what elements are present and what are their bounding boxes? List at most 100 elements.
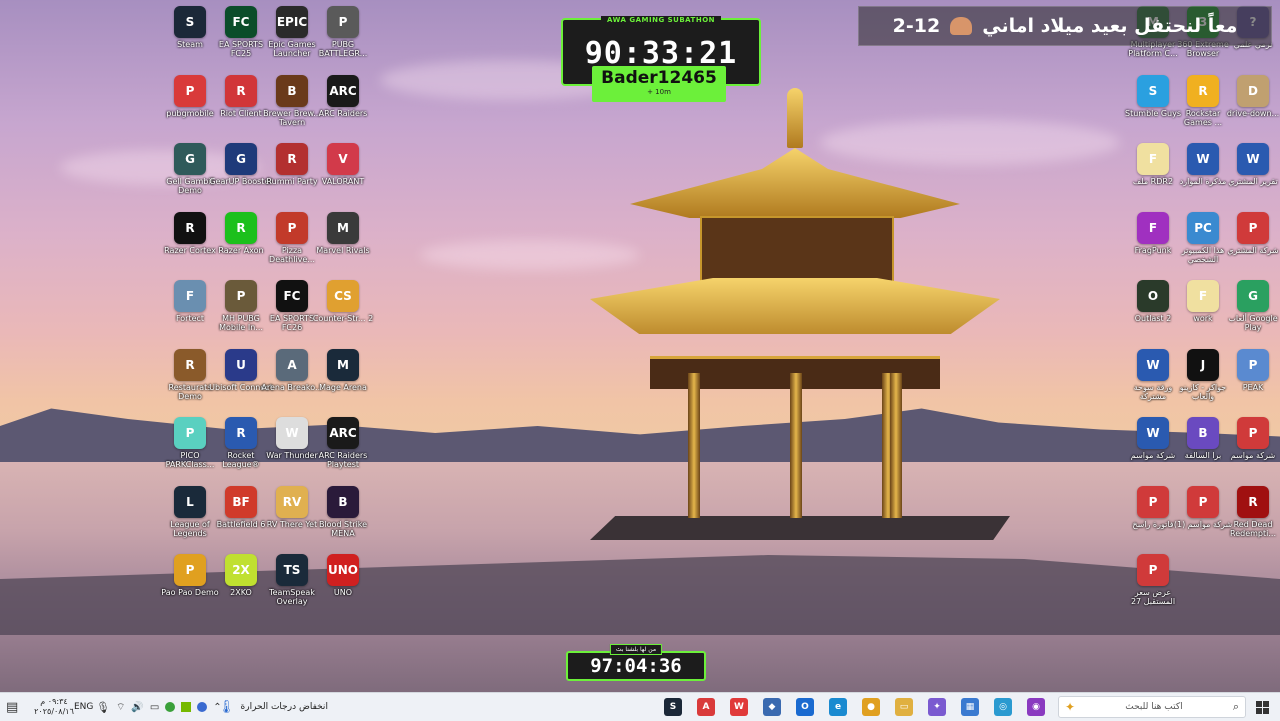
desktop-icon-label: Riot Client	[220, 108, 262, 118]
desktop-icon-label: FragPunk	[1134, 245, 1172, 255]
app-icon: P	[1137, 485, 1169, 518]
desktop-icon[interactable]: W تقرير المشتري	[1221, 143, 1280, 186]
desktop-icon[interactable]: P PEAK	[1221, 348, 1280, 392]
desktop-icon-label: ARC Raiders	[318, 108, 368, 118]
app-icon: P	[225, 280, 257, 312]
countdown-caption: من لها بلشنا بث	[609, 644, 663, 655]
taskbar-anydesk-icon[interactable]: A	[697, 698, 715, 716]
taskbar-chrome-icon[interactable]: ●	[862, 698, 880, 716]
desktop-icon-label: شركة مواسم	[1230, 451, 1276, 460]
search-box[interactable]: ✦ اكتب هنا للبحث ⌕	[1058, 696, 1246, 718]
desktop-icon[interactable]: M Marvel Rivals	[311, 211, 375, 255]
app-icon: PC	[1187, 211, 1219, 244]
app-icon: S	[1137, 74, 1169, 107]
app-icon: F	[1137, 143, 1169, 175]
app-icon: R	[174, 348, 206, 381]
desktop-icon-label: فاتورة راسخ	[1132, 519, 1174, 529]
wifi-icon[interactable]: ⌔	[116, 701, 125, 714]
app-icon: P	[1187, 485, 1219, 518]
taskbar-app-blue-icon[interactable]: ◆	[763, 698, 781, 716]
app-icon: B	[276, 74, 308, 107]
taskbar-steam-icon[interactable]: S	[664, 698, 682, 716]
desktop-icon[interactable]: G ألعاب Google Play	[1221, 280, 1280, 332]
app-icon: R	[174, 211, 206, 244]
desktop-icon[interactable]: V VALORANT	[311, 143, 375, 186]
desktop-icon-label: برا السالفة	[1184, 451, 1222, 460]
taskbar-apps: S A W ◆ Oe ● ▭ ✦ ▦ ◎ ◉	[664, 693, 1045, 721]
tray-app-icon[interactable]	[197, 702, 208, 712]
desktop-icon-label: Mage Arena	[319, 382, 367, 392]
app-icon: A	[276, 348, 308, 381]
desktop-icon-label: work	[1193, 314, 1213, 323]
app-icon: ARC	[327, 417, 359, 449]
app-icon: J	[1187, 348, 1219, 381]
desktop-icon[interactable]: UNO UNO	[311, 554, 375, 597]
desktop-icon[interactable]: R Red Dead Redempti...	[1221, 485, 1280, 538]
latest-sub-name: Bader12465	[601, 68, 717, 88]
clock[interactable]: ٠٩:٣٤ م ٢٠٢٥/٠٨/١٦	[34, 693, 74, 721]
app-icon: F	[174, 280, 206, 312]
desktop-icon-label: Rummi Party	[266, 177, 318, 186]
start-button[interactable]	[1256, 693, 1269, 721]
language-indicator[interactable]: ENG	[74, 693, 93, 721]
app-icon: F	[1187, 280, 1219, 312]
volume-icon[interactable]: 🔊	[131, 702, 143, 713]
app-icon: ARC	[327, 74, 359, 107]
desktop-icon[interactable]: M Mage Arena	[311, 348, 375, 392]
system-tray: 🎙 ⌔ 🔊 ▭ ⌃	[96, 693, 222, 721]
desktop-icon[interactable]: P PUBG BATTLEGR...	[311, 6, 375, 58]
desktop-icon-label: عرض سعر المستقبل 27	[1130, 588, 1176, 606]
desktop-icon[interactable]: Ddrive-down...	[1221, 74, 1280, 118]
desktop-icon[interactable]: P عرض سعر المستقبل 27	[1121, 554, 1185, 606]
taskbar-edge-icon[interactable]: e	[829, 698, 847, 716]
desktop-icon-label: Fortect	[175, 314, 205, 323]
desktop-icon[interactable]: B Blood Strike MENA	[311, 485, 375, 538]
desktop-icon-label: Steam	[177, 40, 203, 49]
weather-text: انخفاض درجات الحرارة	[240, 702, 328, 712]
notification-icon: ▤	[6, 699, 19, 715]
desktop-icon-label: Razer Axon	[218, 245, 264, 255]
app-icon: W	[1187, 143, 1219, 175]
desktop-icon[interactable]: ARC ARC Raiders Playtest	[311, 417, 375, 469]
tray-green-icon[interactable]	[165, 702, 176, 712]
weather-widget[interactable]: 🌡 انخفاض درجات الحرارة	[218, 693, 328, 721]
notification-button[interactable]: ▤	[6, 693, 18, 721]
desktop-icon[interactable]: ARC ARC Raiders	[311, 74, 375, 118]
desktop-icon[interactable]: P شركة المشتري	[1221, 211, 1280, 255]
thermometer-icon: 🌡	[218, 699, 235, 715]
desktop-icon-label: PUBG BATTLEGR...	[318, 40, 368, 58]
app-icon: G	[174, 143, 206, 175]
taskbar-app-purple-icon[interactable]: ◉	[1027, 698, 1045, 716]
app-icon: L	[174, 485, 206, 518]
birthday-banner: معاً لنحتفل بعيد ميلاد اماني 2-12	[858, 6, 1272, 46]
desktop-icon[interactable]: CS Counter-Str... 2	[311, 280, 375, 323]
app-icon: D	[1237, 74, 1269, 107]
battery-icon[interactable]: ▭	[150, 702, 159, 713]
app-icon: S	[174, 6, 206, 38]
taskbar-file-explorer-icon[interactable]: ▭	[895, 698, 913, 716]
app-icon: RV	[276, 485, 308, 518]
taskbar-outlook-icon[interactable]: O	[796, 698, 814, 716]
tray-nvidia-icon[interactable]	[181, 702, 192, 712]
desktop-icon-label: Battlefield 6	[216, 519, 266, 529]
app-icon: R	[1187, 74, 1219, 107]
desktop-icon-label: PEAK	[1242, 382, 1264, 392]
app-icon: P	[1237, 417, 1269, 449]
app-icon: W	[1137, 348, 1169, 381]
desktop-icon-label: pubgmobile	[166, 108, 214, 118]
desktop-icon-label: Outlast 2	[1134, 314, 1172, 323]
desktop-icon[interactable]: P شركة مواسم	[1221, 417, 1280, 460]
app-icon: P	[276, 211, 308, 244]
taskbar-app-cyan-icon[interactable]: ◎	[994, 698, 1012, 716]
app-icon: FC	[276, 280, 308, 312]
desktop-icon-label: 2XKO	[230, 588, 252, 597]
desktop-icon-label: شركة مواسم	[1130, 451, 1176, 460]
taskbar-copilot-icon[interactable]: ✦	[928, 698, 946, 716]
taskbar-microsoft-store-icon[interactable]: ▦	[961, 698, 979, 716]
countdown-timer: 97:04:36	[590, 655, 682, 677]
desktop-icon-label: Red Dead Redempti...	[1230, 519, 1276, 538]
app-icon: R	[1237, 485, 1269, 518]
taskbar-wps-icon[interactable]: W	[730, 698, 748, 716]
app-icon: M	[327, 211, 359, 244]
microphone-icon[interactable]: 🎙	[96, 701, 110, 714]
